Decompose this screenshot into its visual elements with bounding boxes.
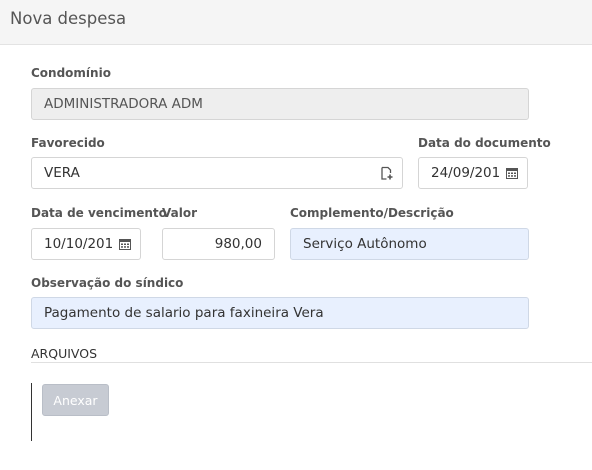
- valor-field[interactable]: 980,00: [162, 228, 275, 260]
- add-document-icon[interactable]: [376, 158, 398, 188]
- valor-value: 980,00: [214, 236, 262, 252]
- complemento-field[interactable]: Serviço Autônomo: [290, 228, 529, 260]
- arquivos-title: ARQUIVOS: [31, 346, 98, 361]
- observacao-field[interactable]: Pagamento de salario para faxineira Vera: [31, 297, 529, 329]
- data-documento-value: 24/09/2019: [431, 165, 501, 181]
- data-documento-label: Data do documento: [418, 136, 551, 150]
- modal-header: Nova despesa: [0, 0, 592, 45]
- valor-label: Valor: [162, 206, 198, 220]
- data-vencimento-value: 10/10/2019: [44, 236, 114, 252]
- section-divider: [31, 362, 592, 363]
- calendar-icon[interactable]: [501, 158, 523, 188]
- data-documento-field[interactable]: 24/09/2019: [418, 157, 528, 189]
- attachments-area-border: [31, 383, 32, 441]
- calendar-icon[interactable]: [114, 229, 136, 259]
- anexar-button[interactable]: Anexar: [42, 384, 109, 416]
- observacao-label: Observação do síndico: [31, 276, 184, 290]
- complemento-value: Serviço Autônomo: [303, 236, 427, 252]
- condominio-label: Condomínio: [31, 66, 111, 80]
- page-title: Nova despesa: [10, 9, 127, 28]
- data-vencimento-field[interactable]: 10/10/2019: [31, 228, 141, 260]
- data-vencimento-label: Data de vencimento: [31, 206, 167, 220]
- condominio-value: ADMINISTRADORA ADM: [44, 96, 203, 112]
- complemento-label: Complemento/Descrição: [290, 206, 454, 220]
- favorecido-value: VERA: [44, 165, 80, 181]
- observacao-value: Pagamento de salario para faxineira Vera: [44, 305, 324, 321]
- condominio-field: ADMINISTRADORA ADM: [31, 88, 529, 120]
- favorecido-field[interactable]: VERA: [31, 157, 403, 189]
- favorecido-label: Favorecido: [31, 136, 105, 150]
